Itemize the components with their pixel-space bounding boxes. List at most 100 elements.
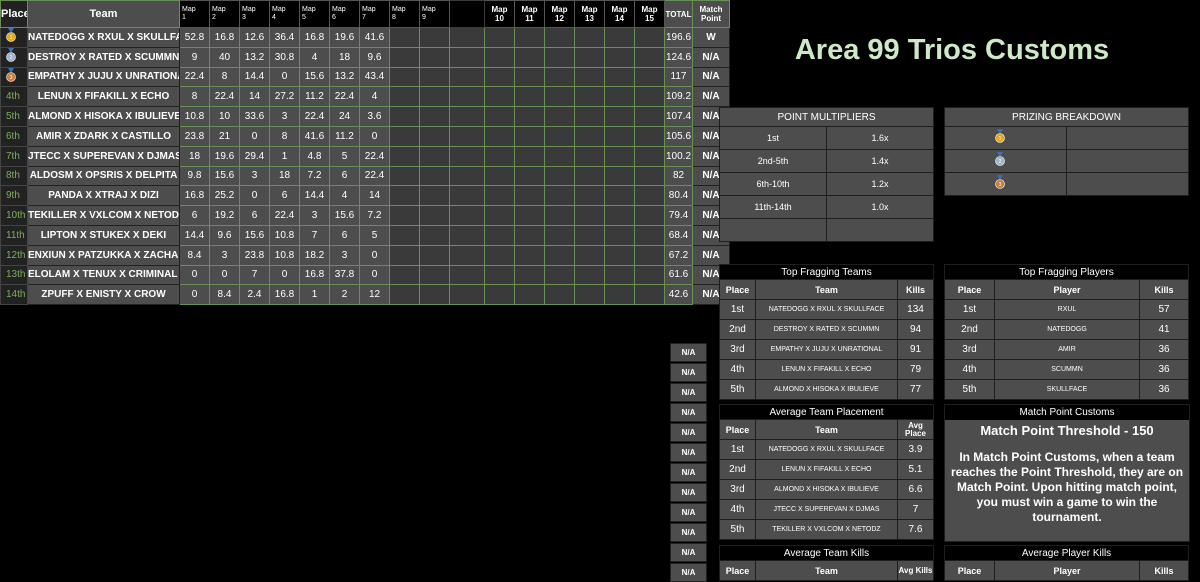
map-score: 3 <box>209 244 240 266</box>
point-multipliers-panel: POINT MULTIPLIERS 1st 1.6x 2nd-5th 1.4x 6th-… <box>718 107 935 242</box>
average-team-placement-panel: Average Team Placement Place Team Avg Plac… <box>718 404 935 540</box>
match-point-panel: Match Point Customs Match Point Threshol… <box>944 404 1190 542</box>
rank-place: 3rd <box>719 339 756 360</box>
rank-name: SKULLFACE <box>994 379 1140 400</box>
multiplier-value: 1.2x <box>825 172 935 196</box>
map-score: 12.6 <box>239 27 270 48</box>
team-name: DESTROY X RATED X SCUMMN <box>27 46 180 68</box>
map-4-column-header: Map 4 <box>269 0 300 28</box>
map-score: 3 <box>299 205 330 226</box>
rank-place: 5th <box>719 379 756 400</box>
standings-row: 4th LENUN X FIFAKILL X ECHO 8 22.4 14 27.2 11.… <box>0 86 730 108</box>
empty-cell <box>544 106 575 127</box>
total-score: 42.6 <box>664 284 693 306</box>
match-point-column-header: Match Point <box>692 0 730 28</box>
top-fragging-teams-header: Top Fragging Teams <box>718 264 935 280</box>
map-score: 6 <box>329 165 360 187</box>
average-team-kills-header: Average Team Kills <box>718 545 935 561</box>
map-score: 7.2 <box>299 165 330 187</box>
rank-place: 5th <box>719 519 756 540</box>
rank-value: 36 <box>1138 339 1190 360</box>
top-players-row: 3rd AMIR 36 <box>944 339 1190 360</box>
empty-cell <box>389 27 420 48</box>
map-score: 10.8 <box>269 224 300 246</box>
map-score: 4 <box>299 46 330 68</box>
map-score: 15.6 <box>209 165 240 187</box>
empty-cell <box>574 27 605 48</box>
map-score: 11.2 <box>299 86 330 108</box>
match-point-status: N/A <box>670 383 707 402</box>
rank-value: 77 <box>896 379 935 400</box>
empty-cell <box>574 284 605 306</box>
map-score: 14.4 <box>299 185 330 207</box>
match-point-status: N/A <box>670 343 707 362</box>
multiplier-value: 1.0x <box>825 195 935 219</box>
empty-cell <box>634 66 665 88</box>
map-score: 16.8 <box>179 185 210 207</box>
map-9-column-header: Map 9 <box>419 0 450 28</box>
rank-place: 2nd <box>719 319 756 340</box>
page-title: Area 99 Trios Customs <box>794 34 1110 66</box>
empty-cell <box>604 224 635 246</box>
top-players-column-headers: Place Player Kills <box>944 279 1190 300</box>
team-name: JTECC X SUPEREVAN X DJMAS <box>27 145 180 167</box>
match-point-status: N/A <box>670 503 707 522</box>
empty-cell <box>514 165 545 187</box>
team-name: TEKILLER X VXLCOM X NETODZ <box>27 205 180 226</box>
place-cell: 13th <box>0 264 28 286</box>
prize-row: 2 <box>944 149 1189 173</box>
average-team-kills-panel: Average Team Kills Place Team Avg Kills <box>718 545 935 581</box>
top-fragging-teams-panel: Top Fragging Teams Place Team Kills 1st NATE… <box>718 264 935 400</box>
rank-name: NATEDOGG X RXUL X SKULLFACE <box>755 299 898 320</box>
map-score: 30.8 <box>269 46 300 68</box>
empty-cell <box>484 165 515 187</box>
svg-text:2: 2 <box>10 55 13 61</box>
multiplier-value: 1.6x <box>825 126 935 150</box>
avg-player-kills-col-kills: Kills <box>1138 560 1190 581</box>
map-score: 5 <box>329 145 360 167</box>
avg-placement-row: 2nd LENUN X FIFAKILL X ECHO 5.1 <box>719 459 935 480</box>
rank-value: 91 <box>896 339 935 360</box>
empty-cell <box>514 145 545 167</box>
rank-place: 5th <box>944 379 995 400</box>
empty-cell <box>514 284 545 306</box>
match-point-status: N/A <box>670 363 707 382</box>
empty-cell <box>484 125 515 147</box>
map-score: 16.8 <box>269 284 300 306</box>
empty-cell <box>544 66 575 88</box>
empty-cell <box>389 185 420 207</box>
top-players-col-0: Place <box>944 279 995 300</box>
map-score: 40 <box>209 46 240 68</box>
empty-cell <box>419 284 450 306</box>
map-score: 9.6 <box>359 46 390 68</box>
map-score: 41.6 <box>359 27 390 48</box>
map-13-column-header: Map 13 <box>574 0 605 28</box>
rank-place: 3rd <box>719 479 756 500</box>
rank-name: RXUL <box>994 299 1140 320</box>
empty-cell <box>484 145 515 167</box>
multiplier-value: 1.4x <box>825 149 935 173</box>
map-5-column-header: Map 5 <box>299 0 330 28</box>
map-score: 52.8 <box>179 27 210 48</box>
place-cell: 14th <box>0 284 28 306</box>
silver-medal-icon: 2 <box>995 152 1005 167</box>
match-point-status: N/A <box>670 423 707 442</box>
empty-cell <box>419 244 450 266</box>
avg-placement-col-1: Team <box>755 419 898 440</box>
empty-cell <box>419 66 450 88</box>
empty-cell <box>514 27 545 48</box>
map-score: 14 <box>239 86 270 108</box>
map-score: 8 <box>179 86 210 108</box>
svg-text:3: 3 <box>10 75 13 81</box>
map-score: 3 <box>239 165 270 187</box>
map-score: 19.6 <box>209 145 240 167</box>
rank-value: 57 <box>1138 299 1190 320</box>
map-score: 14 <box>359 185 390 207</box>
svg-text:1: 1 <box>10 35 13 41</box>
total-score: 82 <box>664 165 693 187</box>
rank-name: NATEDOGG X RXUL X SKULLFACE <box>755 439 898 460</box>
standings-row: 2 DESTROY X RATED X SCUMMN 9 40 13.2 30.8 4 18 9… <box>0 46 730 68</box>
map-score: 4 <box>329 185 360 207</box>
rank-place: 1st <box>719 299 756 320</box>
map-score: 18 <box>329 46 360 68</box>
